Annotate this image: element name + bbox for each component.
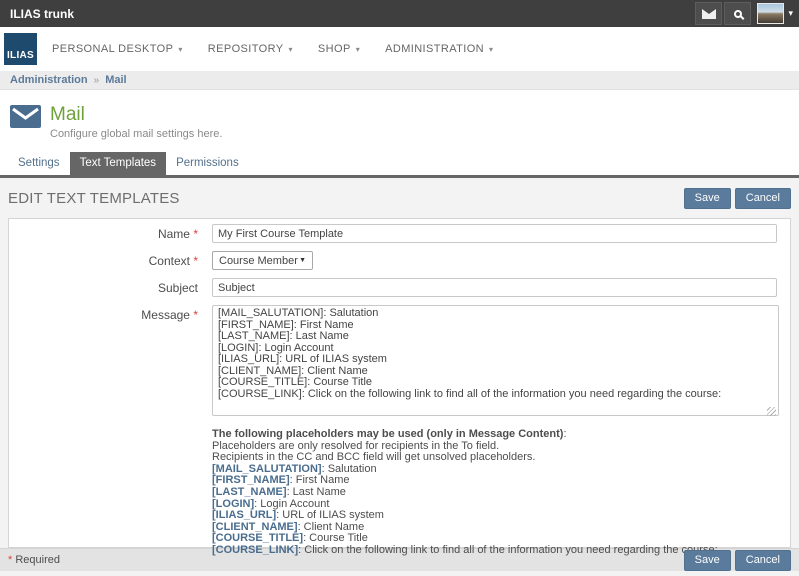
label-text: Context	[149, 254, 190, 268]
required-asterisk: *	[193, 308, 198, 322]
help-intro-tail: :	[563, 428, 566, 440]
tab-settings[interactable]: Settings	[8, 152, 70, 175]
placeholder-desc: : Client Name	[298, 521, 365, 533]
form-row-context: Context * Course Member ▼	[9, 251, 790, 270]
label-text: Name	[158, 227, 190, 241]
placeholder-help: The following placeholders may be used (…	[212, 429, 790, 557]
breadcrumb-administration[interactable]: Administration	[10, 74, 88, 86]
required-asterisk: *	[193, 227, 198, 241]
magnifier-icon	[734, 10, 742, 18]
mail-icon[interactable]	[695, 2, 722, 25]
nav-personal-desktop[interactable]: PERSONAL DESKTOP ▾	[52, 43, 183, 55]
nav-label: ADMINISTRATION	[385, 43, 484, 55]
tab-bar: Settings Text Templates Permissions	[0, 152, 799, 175]
form-footer-actions: Save Cancel	[684, 550, 791, 571]
placeholder-token: [FIRST_NAME]	[212, 474, 290, 486]
nav-shop[interactable]: SHOP ▾	[318, 43, 360, 55]
main-nav: ILIAS PERSONAL DESKTOP ▾ REPOSITORY ▾ SH…	[0, 27, 799, 71]
subject-label: Subject	[9, 278, 198, 295]
cancel-button-bottom[interactable]: Cancel	[735, 550, 791, 571]
placeholder-desc: : Course Title	[303, 532, 368, 544]
window-title: ILIAS trunk	[10, 7, 74, 21]
name-label: Name *	[9, 224, 198, 241]
breadcrumb-separator: »	[94, 75, 100, 86]
breadcrumb: Administration » Mail	[0, 71, 799, 90]
form-header: EDIT TEXT TEMPLATES Save Cancel	[0, 178, 799, 218]
subject-input[interactable]	[212, 278, 777, 297]
cancel-button-top[interactable]: Cancel	[735, 188, 791, 209]
form-row-message: Message * [MAIL_SALUTATION]: Salutation …	[9, 305, 790, 421]
help-intro: The following placeholders may be used (…	[212, 429, 790, 441]
form-panel: Name * Context * Course Member ▼ Subject…	[8, 218, 791, 548]
tab-permissions[interactable]: Permissions	[166, 152, 249, 175]
save-button-top[interactable]: Save	[684, 188, 731, 209]
placeholder-desc: : Salutation	[322, 463, 377, 475]
nav-label: REPOSITORY	[208, 43, 284, 55]
placeholder-token: [COURSE_LINK]	[212, 544, 298, 556]
page-subtitle: Configure global mail settings here.	[50, 128, 222, 140]
nav-label: PERSONAL DESKTOP	[52, 43, 173, 55]
tab-text-templates[interactable]: Text Templates	[70, 152, 167, 175]
placeholder-desc: : Click on the following link to find al…	[298, 544, 717, 556]
context-selected-value: Course Member	[219, 255, 298, 267]
ilias-logo[interactable]: ILIAS	[4, 33, 37, 65]
topbar: ILIAS trunk ▾	[0, 0, 799, 27]
main-menu: PERSONAL DESKTOP ▾ REPOSITORY ▾ SHOP ▾ A…	[52, 43, 518, 55]
breadcrumb-mail[interactable]: Mail	[105, 74, 126, 86]
placeholder-token: [LAST_NAME]	[212, 486, 287, 498]
message-textarea-wrap: [MAIL_SALUTATION]: Salutation [FIRST_NAM…	[212, 305, 779, 421]
topbar-actions: ▾	[695, 0, 793, 27]
nav-label: SHOP	[318, 43, 351, 55]
nav-administration[interactable]: ADMINISTRATION ▾	[385, 43, 493, 55]
placeholder-token: [LOGIN]	[212, 498, 254, 510]
mail-object-icon	[10, 105, 41, 128]
chevron-down-icon: ▾	[178, 45, 182, 54]
envelope-icon	[702, 9, 716, 19]
name-input[interactable]	[212, 224, 777, 243]
select-caret-icon: ▼	[299, 257, 306, 264]
save-button-bottom[interactable]: Save	[684, 550, 731, 571]
page: ILIAS trunk ▾ ILIAS PERSONAL DESKTOP ▾ R…	[0, 0, 799, 576]
placeholder-desc: : URL of ILIAS system	[276, 509, 384, 521]
avatar	[757, 3, 784, 24]
chevron-down-icon: ▾	[356, 45, 360, 54]
page-header-text: Mail Configure global mail settings here…	[50, 104, 222, 152]
message-label: Message *	[9, 305, 198, 322]
search-icon[interactable]	[724, 2, 751, 25]
chevron-down-icon: ▾	[288, 45, 292, 54]
required-asterisk: *	[8, 554, 12, 566]
page-header: Mail Configure global mail settings here…	[0, 90, 799, 152]
context-label: Context *	[9, 251, 198, 268]
placeholder-token: [CLIENT_NAME]	[212, 521, 298, 533]
form-header-actions: Save Cancel	[684, 188, 791, 209]
label-text: Message	[141, 308, 190, 322]
placeholder-desc: : Last Name	[287, 486, 346, 498]
context-select[interactable]: Course Member ▼	[212, 251, 313, 270]
placeholder-desc: : First Name	[290, 474, 350, 486]
nav-repository[interactable]: REPOSITORY ▾	[208, 43, 293, 55]
placeholder-token: [COURSE_TITLE]	[212, 532, 303, 544]
page-title: Mail	[50, 104, 222, 125]
chevron-down-icon: ▾	[489, 45, 493, 54]
required-asterisk: *	[193, 254, 198, 268]
form-title: EDIT TEXT TEMPLATES	[8, 190, 180, 207]
placeholder-token: [ILIAS_URL]	[212, 509, 276, 521]
form-row-subject: Subject	[9, 278, 790, 297]
placeholder-token: [MAIL_SALUTATION]	[212, 463, 322, 475]
required-note: * Required	[8, 554, 60, 566]
user-menu[interactable]: ▾	[757, 3, 793, 24]
help-intro-bold: The following placeholders may be used (…	[212, 428, 563, 440]
chevron-down-icon: ▾	[788, 9, 793, 18]
form-section: EDIT TEXT TEMPLATES Save Cancel Name * C…	[0, 178, 799, 576]
label-text: Subject	[158, 281, 198, 295]
required-note-text: Required	[15, 554, 60, 566]
form-row-name: Name *	[9, 224, 790, 243]
placeholder-desc: : Login Account	[254, 498, 329, 510]
message-textarea[interactable]: [MAIL_SALUTATION]: Salutation [FIRST_NAM…	[212, 305, 779, 416]
